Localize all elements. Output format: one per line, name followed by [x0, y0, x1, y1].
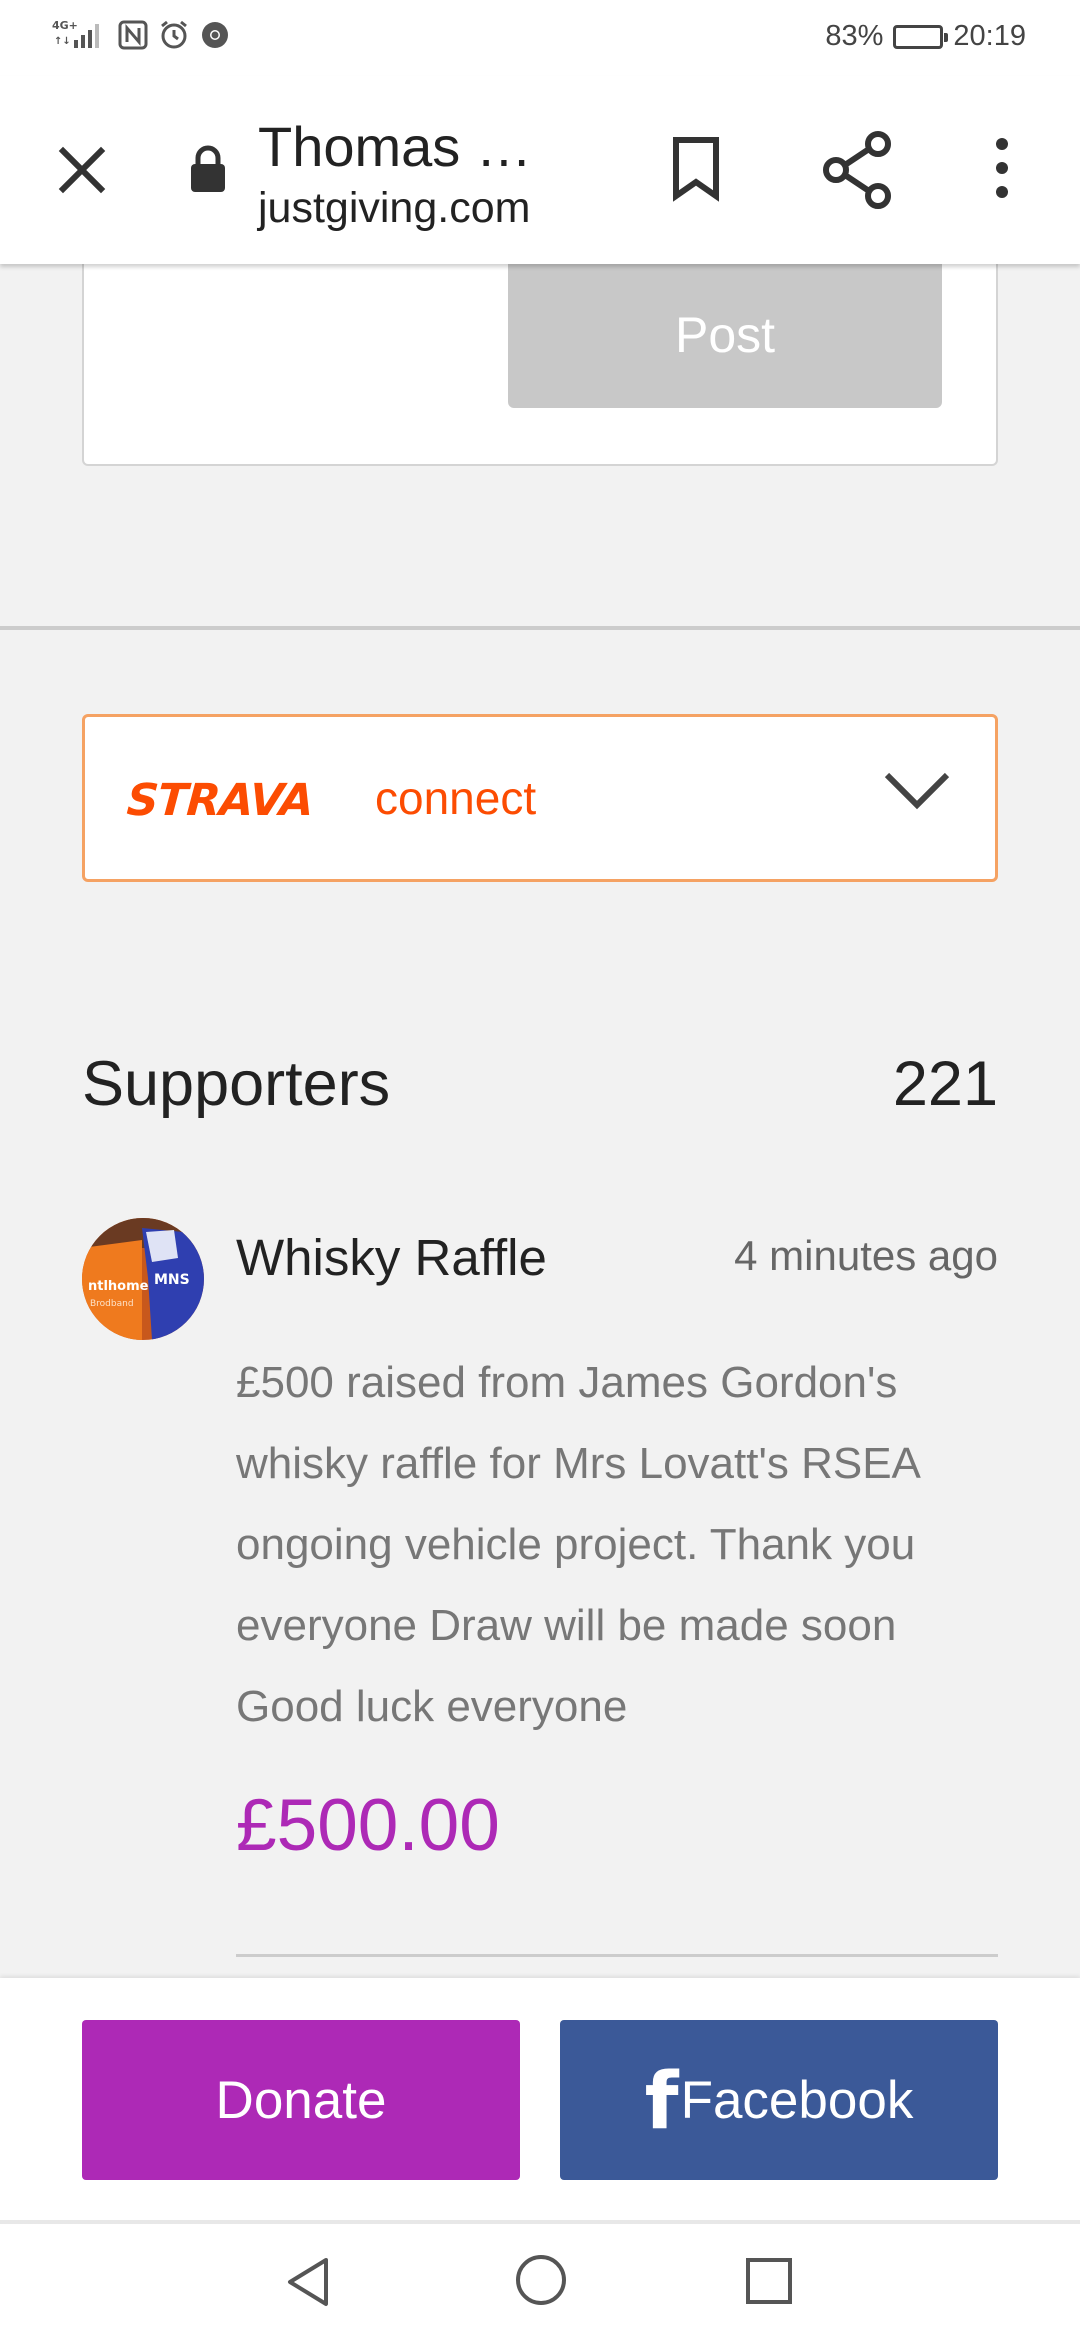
donate-label: Donate [215, 2070, 387, 2130]
action-bar: Donate f Facebook [0, 1978, 1080, 2220]
avatar: ntlhome Brodband MNS [82, 1218, 204, 1340]
battery-percent: 83% [825, 20, 884, 52]
signal-icon: 4G+ ↑↓ [52, 18, 108, 52]
supporter-message: £500 raised from James Gordon's whisky r… [236, 1358, 919, 1731]
status-right: 83% 20:19 [825, 20, 1026, 53]
bookmark-icon[interactable] [668, 134, 724, 209]
svg-text:ntlhome: ntlhome [88, 1279, 149, 1294]
system-nav-bar [0, 2220, 1080, 2340]
home-icon[interactable] [513, 2252, 569, 2313]
close-icon[interactable] [50, 138, 114, 202]
supporter-time: 4 minutes ago [734, 1232, 998, 1279]
page-url[interactable]: justgiving.com [258, 184, 530, 233]
post-button[interactable]: Post [508, 262, 942, 408]
supporters-title: Supporters [82, 1049, 391, 1119]
recents-icon[interactable] [744, 2256, 794, 2311]
row-divider [236, 1954, 998, 1957]
facebook-button[interactable]: f Facebook [560, 2020, 998, 2180]
chrome-icon [200, 20, 230, 50]
chevron-down-icon[interactable] [881, 769, 953, 818]
svg-text:MNS: MNS [154, 1272, 190, 1288]
back-icon[interactable] [282, 2254, 334, 2315]
page-title[interactable]: Thomas … [258, 114, 532, 179]
donate-button[interactable]: Donate [82, 2020, 520, 2180]
status-left-icons: 4G+ ↑↓ [52, 18, 230, 52]
supporter-amount: £500.00 [236, 1785, 500, 1866]
supporter-name: Whisky Raffle [236, 1229, 547, 1286]
facebook-label: Facebook [680, 2070, 914, 2130]
strava-connect-label: connect [375, 772, 537, 824]
strava-logo: STRAVA [125, 775, 315, 826]
more-vert-icon[interactable] [990, 136, 1014, 205]
alarm-icon [158, 19, 190, 51]
lock-icon [188, 144, 228, 199]
status-bar: 4G+ ↑↓ 83% 20:19 [0, 0, 1080, 76]
clock: 20:19 [953, 20, 1026, 52]
facebook-icon: f [644, 2057, 679, 2147]
supporters-count: 221 [892, 1049, 998, 1119]
share-icon[interactable] [822, 130, 894, 215]
strava-connect-panel[interactable]: STRAVA connect [82, 714, 998, 882]
svg-text:↑↓: ↑↓ [54, 36, 71, 47]
svg-text:Brodband: Brodband [90, 1299, 134, 1309]
svg-text:4G+: 4G+ [52, 19, 78, 32]
browser-toolbar: Thomas … justgiving.com [0, 76, 1080, 264]
nfc-icon [118, 20, 148, 50]
section-divider [0, 626, 1080, 630]
battery-icon [893, 24, 949, 49]
